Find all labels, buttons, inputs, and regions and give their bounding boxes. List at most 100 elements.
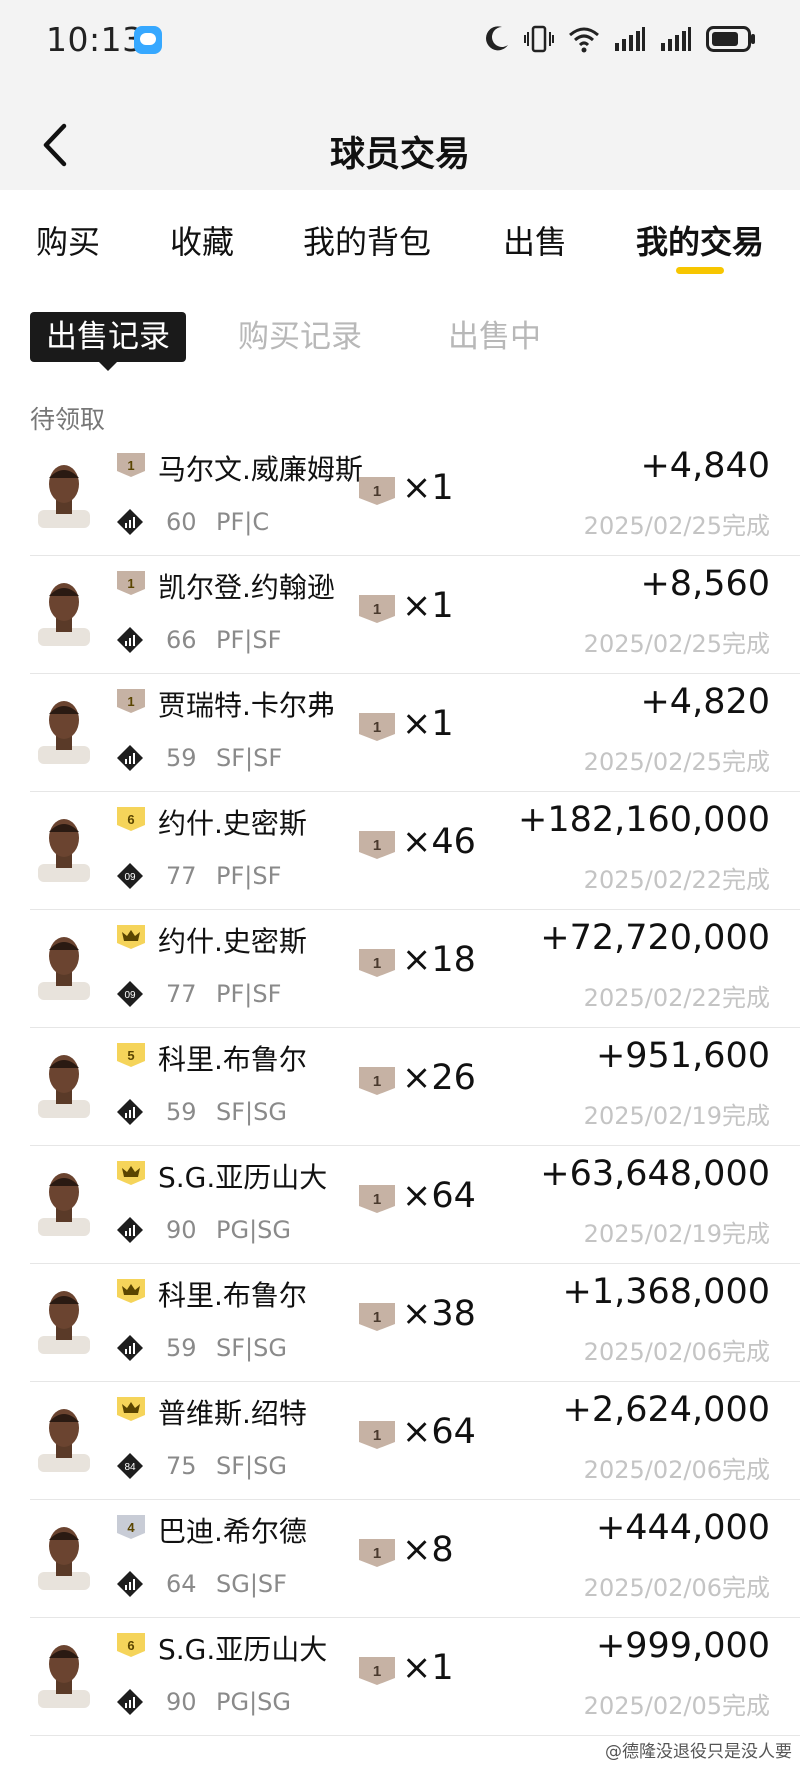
trade-row[interactable]: S.G.亚历山大 90 PG|SG 1 ×64 +63,648,000 2025/02/19…	[0, 1146, 800, 1264]
tab-favorites[interactable]: 收藏	[170, 217, 234, 263]
trade-row[interactable]: 6 S.G.亚历山大 90 PG|SG 1 ×1 +999,000 2025/02/05完成	[0, 1618, 800, 1736]
trade-row[interactable]: 84 普维斯.绍特 75 SF|SG 1 ×64 +2,624,000 2025/02/06完…	[0, 1382, 800, 1500]
subtab-sell-records[interactable]: 出售记录	[30, 312, 186, 371]
card-tier-badge: 1	[117, 571, 145, 595]
sale-amount: +8,560	[640, 564, 770, 604]
svg-text:1: 1	[127, 694, 134, 709]
quantity: ×46	[402, 822, 476, 862]
card-tier-badge: 6	[117, 807, 145, 831]
svg-text:84: 84	[124, 1462, 136, 1473]
trade-row[interactable]: 4 巴迪.希尔德 64 SG|SF 1 ×8 +444,000 2025/02/06完成	[0, 1500, 800, 1618]
player-avatar	[38, 1173, 90, 1236]
player-name: 科里.布鲁尔	[158, 1043, 307, 1076]
quantity: ×1	[402, 586, 454, 626]
svg-text:1: 1	[373, 1663, 381, 1680]
quantity-tier-badge: 1	[359, 713, 395, 741]
completion-date: 2025/02/22完成	[583, 984, 770, 1012]
quantity-tier-badge: 1	[359, 1303, 395, 1331]
quantity: ×8	[402, 1530, 454, 1570]
completion-date: 2025/02/19完成	[583, 1102, 770, 1130]
stats-diamond-icon	[117, 627, 143, 653]
completion-date: 2025/02/06完成	[583, 1456, 770, 1484]
tab-buy[interactable]: 购买	[36, 217, 100, 263]
sub-tabs: 出售记录 购买记录 出售中	[0, 312, 800, 372]
quantity: ×26	[402, 1058, 476, 1098]
svg-text:09: 09	[124, 990, 136, 1001]
tab-sell[interactable]: 出售	[503, 217, 567, 263]
svg-text:1: 1	[373, 955, 381, 972]
svg-text:6: 6	[127, 1638, 134, 1653]
card-tier-badge	[117, 1397, 145, 1421]
svg-text:1: 1	[127, 458, 134, 473]
player-position: SF|SF	[216, 744, 283, 772]
player-rating: 59	[166, 1098, 197, 1126]
player-avatar	[38, 1055, 90, 1118]
quantity-tier-badge: 1	[359, 1657, 395, 1685]
quantity-tier-badge: 1	[359, 1185, 395, 1213]
player-position: SF|SG	[216, 1334, 287, 1362]
section-label: 待领取	[30, 405, 106, 434]
svg-text:1: 1	[373, 1427, 381, 1444]
sale-amount: +1,368,000	[562, 1272, 770, 1312]
active-tab-indicator	[676, 267, 724, 274]
quantity-tier-badge: 1	[359, 949, 395, 977]
subtab-buy-records[interactable]: 购买记录	[238, 312, 362, 362]
trade-row[interactable]: 6 09 约什.史密斯 77 PF|SF 1 ×46 +182,160,000 2025/02/…	[0, 792, 800, 910]
stats-diamond-icon	[117, 509, 143, 535]
svg-text:1: 1	[373, 837, 381, 854]
player-avatar	[38, 583, 90, 646]
player-rating: 59	[166, 1334, 197, 1362]
trade-row[interactable]: 09 约什.史密斯 77 PF|SF 1 ×18 +72,720,000 2025/02/22…	[0, 910, 800, 1028]
status-time: 10:13	[46, 20, 144, 59]
completion-date: 2025/02/25完成	[583, 630, 770, 658]
card-tier-badge	[117, 925, 145, 949]
trade-row[interactable]: 1 马尔文.威廉姆斯 60 PF|C 1 ×1 +4,840 2025/02/25完成	[0, 438, 800, 556]
quantity-tier-badge: 1	[359, 1539, 395, 1567]
player-avatar	[38, 465, 90, 528]
completion-date: 2025/02/19完成	[583, 1220, 770, 1248]
signal-icon	[615, 27, 645, 51]
player-position: SF|SG	[216, 1452, 287, 1480]
page-title: 球员交易	[329, 135, 470, 175]
sale-amount: +72,720,000	[540, 918, 770, 958]
completion-date: 2025/02/06完成	[583, 1338, 770, 1366]
player-position: PF|C	[216, 508, 270, 536]
quantity: ×18	[402, 940, 476, 980]
svg-text:1: 1	[373, 1545, 381, 1562]
player-position: PG|SG	[216, 1688, 291, 1716]
player-name: S.G.亚历山大	[158, 1161, 328, 1194]
trade-row[interactable]: 1 凯尔登.约翰逊 66 PF|SF 1 ×1 +8,560 2025/02/25完成	[0, 556, 800, 674]
stats-diamond-icon	[117, 1217, 143, 1243]
svg-text:1: 1	[373, 483, 381, 500]
quantity: ×64	[402, 1412, 476, 1452]
subtab-on-sale[interactable]: 出售中	[448, 312, 541, 362]
quantity: ×1	[402, 1648, 454, 1688]
player-name: 凯尔登.约翰逊	[158, 571, 335, 604]
moon-icon	[486, 26, 508, 51]
stats-diamond-icon: 09	[117, 863, 143, 889]
player-avatar	[38, 1291, 90, 1354]
completion-date: 2025/02/22完成	[583, 866, 770, 894]
svg-text:1: 1	[127, 576, 134, 591]
player-rating: 60	[166, 508, 197, 536]
stats-diamond-icon	[117, 1335, 143, 1361]
trade-row[interactable]: 5 科里.布鲁尔 59 SF|SG 1 ×26 +951,600 2025/02/19完成	[0, 1028, 800, 1146]
trade-row[interactable]: 1 贾瑞特.卡尔弗 59 SF|SF 1 ×1 +4,820 2025/02/25完成	[0, 674, 800, 792]
quantity-tier-badge: 1	[359, 831, 395, 859]
player-rating: 77	[166, 862, 197, 890]
trade-row[interactable]: 科里.布鲁尔 59 SF|SG 1 ×38 +1,368,000 2025/02/06完成	[0, 1264, 800, 1382]
player-avatar	[38, 937, 90, 1000]
completion-date: 2025/02/25完成	[583, 748, 770, 776]
sale-amount: +444,000	[595, 1508, 770, 1548]
card-tier-badge: 1	[117, 689, 145, 713]
player-name: 巴迪.希尔德	[158, 1515, 307, 1548]
player-rating: 90	[166, 1688, 197, 1716]
tab-my-trades[interactable]: 我的交易	[636, 217, 764, 263]
player-position: SG|SF	[216, 1570, 287, 1598]
completion-date: 2025/02/06完成	[583, 1574, 770, 1602]
tab-my-backpack[interactable]: 我的背包	[303, 217, 431, 263]
player-name: 约什.史密斯	[158, 807, 307, 840]
svg-text:5: 5	[127, 1048, 134, 1063]
status-icons	[484, 24, 756, 54]
player-position: PG|SG	[216, 1216, 291, 1244]
